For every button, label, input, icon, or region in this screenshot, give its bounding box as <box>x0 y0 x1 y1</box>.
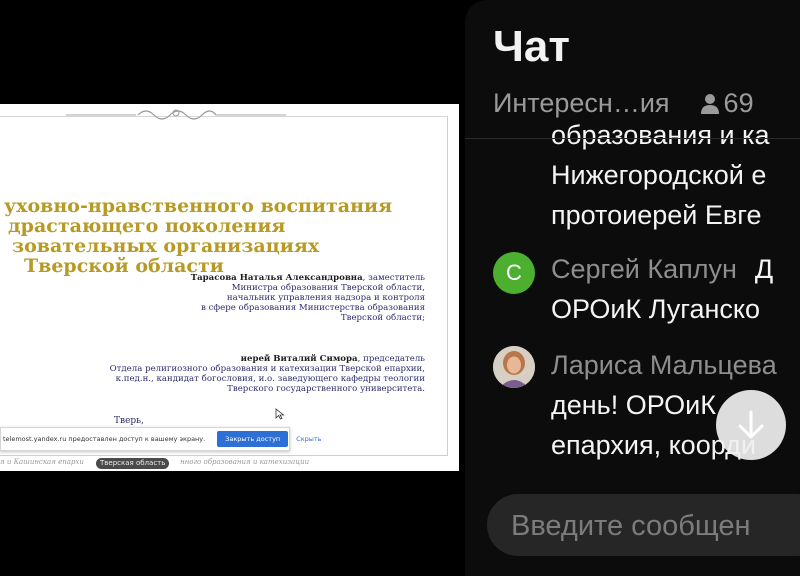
slide-title-line: уховно-нравственного воспитания <box>4 195 393 217</box>
author-role: , заместитель <box>362 273 425 283</box>
chat-title: Чат <box>493 22 570 71</box>
slide-footer-text-right: нного образования и катехизации <box>180 458 310 466</box>
meeting-name: Интересн…ия <box>493 88 670 118</box>
author-line: Министра образования Тверской области, <box>231 283 425 293</box>
slide-footer-text: я и Кашинская епархи <box>0 458 84 466</box>
screen-share-notification: telemost.yandex.ru предоставлен доступ к… <box>0 427 322 451</box>
priest-name: иерей Виталий Симора <box>240 354 358 364</box>
priest-line: Отдела религиозного образования и катехи… <box>109 364 425 374</box>
message-author: Сергей Каплун Д <box>551 254 773 285</box>
slide-title-line: зовательных организациях <box>12 235 320 257</box>
avatar <box>493 346 535 388</box>
share-notice-text: telemost.yandex.ru предоставлен доступ к… <box>3 435 206 443</box>
message-text-line: Нижегородской е <box>551 160 767 190</box>
author-line: в сфере образования Министерства образов… <box>201 303 425 313</box>
stop-sharing-button[interactable]: Закрыть доступ <box>217 431 289 447</box>
mouse-cursor-icon <box>275 408 285 420</box>
slide-footer: я и Кашинская епархи нного образования и… <box>0 458 459 466</box>
priest-line: к.пед.н., кандидат богословия, и.о. заве… <box>115 374 425 384</box>
message-input-container <box>487 494 800 556</box>
chat-panel: Чат Интересн…ия 69 образования и ка Ниже… <box>465 0 800 576</box>
slide-title-line: драстающего поколения <box>8 215 286 237</box>
slide-author-block: Тарасова Наталья Александровна, заместит… <box>125 273 425 323</box>
message-input[interactable] <box>509 502 800 550</box>
arrow-down-icon <box>738 410 764 439</box>
message-text-start: Д <box>754 254 774 284</box>
scroll-to-bottom-button[interactable] <box>716 390 786 460</box>
participants-count: 69 <box>723 88 754 118</box>
message-text-line: ОРОиК Луганско <box>551 294 761 324</box>
location-tag: Тверская область <box>96 458 170 469</box>
slide-ornament <box>66 109 286 120</box>
header-divider <box>465 138 800 139</box>
participants-count-button[interactable]: 69 <box>700 88 754 119</box>
message-text-line: протоиерей Евге <box>551 200 762 230</box>
shared-slide: уховно-нравственного воспитания драстающ… <box>0 104 459 471</box>
slide-city: Тверь, <box>114 416 144 426</box>
chat-subtitle: Интересн…ия 69 <box>493 88 754 119</box>
slide-priest-block: иерей Виталий Симора, председатель Отдел… <box>25 354 425 394</box>
author-line: Тверской области; <box>340 313 425 323</box>
author-line: начальник управления надзора и контроля <box>226 293 425 303</box>
hide-notification-link[interactable]: Скрыть <box>296 435 321 443</box>
message-text-line: день! ОРОиК <box>551 390 716 420</box>
message-author-name: Сергей Каплун <box>551 254 737 284</box>
author-name: Тарасова Наталья Александровна <box>190 273 363 283</box>
person-icon <box>700 93 719 114</box>
priest-line: Тверского государственного университета. <box>227 384 425 394</box>
slide-title: уховно-нравственного воспитания драстающ… <box>0 196 440 276</box>
user-photo-icon <box>493 346 535 388</box>
message-text-line: образования и ка <box>551 120 770 150</box>
message-author-name: Лариса Мальцева <box>551 350 777 380</box>
avatar: С <box>493 252 535 294</box>
screen-share-area: уховно-нравственного воспитания драстающ… <box>0 0 465 576</box>
priest-role: , председатель <box>357 354 425 364</box>
